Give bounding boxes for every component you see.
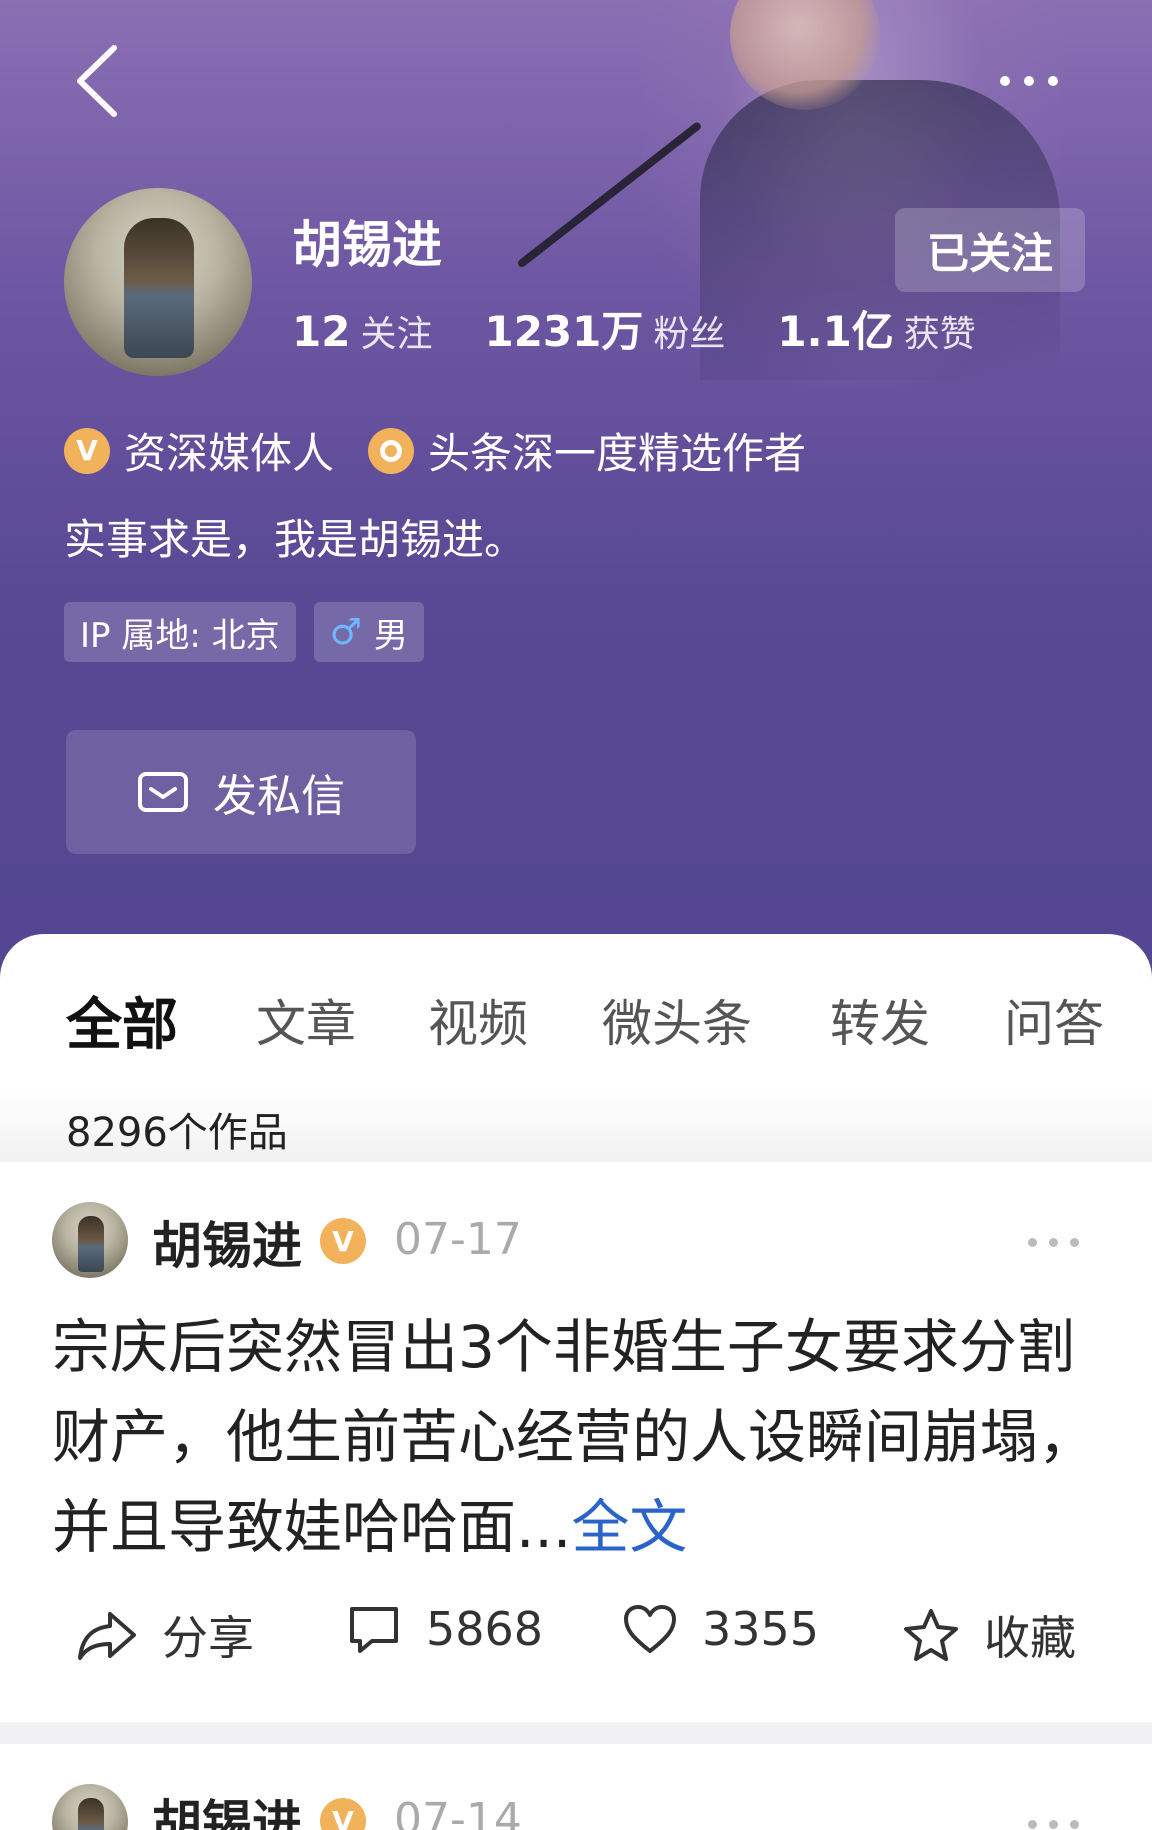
post-divider <box>0 1722 1152 1744</box>
favorite-button[interactable]: 收藏 <box>902 1602 1076 1668</box>
more-dots-icon <box>1028 1238 1037 1247</box>
profile-tags: IP 属地: 北京 ♂ 男 <box>64 602 424 662</box>
read-full-link[interactable]: 全文 <box>571 1493 687 1561</box>
post-content[interactable]: 宗庆后突然冒出3个非婚生子女要求分割财产，他生前苦心经营的人设瞬间崩塌，并且导致… <box>52 1302 1112 1572</box>
share-button[interactable]: 分享 <box>76 1602 254 1668</box>
featured-author-icon <box>368 427 415 474</box>
tab-videos[interactable]: 视频 <box>428 984 528 1056</box>
post-date: 07-14 <box>394 1794 522 1830</box>
more-options-button[interactable] <box>1000 66 1080 96</box>
profile-bio: 实事求是，我是胡锡进。 <box>64 515 527 564</box>
comment-icon <box>350 1607 398 1653</box>
following-count[interactable]: 12 <box>292 307 350 356</box>
favorite-label: 收藏 <box>984 1611 1076 1665</box>
followers-label[interactable]: 粉丝 <box>653 305 725 357</box>
post-more-button[interactable] <box>1028 1238 1079 1247</box>
send-message-button[interactable]: 发私信 <box>66 730 416 854</box>
likes-count: 1.1亿 <box>777 307 894 356</box>
more-dots-icon <box>1000 76 1010 86</box>
works-count: 8296个作品 <box>66 1110 288 1156</box>
followers-count[interactable]: 1231万 <box>484 298 643 359</box>
post-date: 07-17 <box>394 1214 522 1265</box>
profile-avatar[interactable] <box>64 188 252 376</box>
post-author-avatar[interactable] <box>52 1784 128 1830</box>
heart-icon <box>624 1605 676 1653</box>
post-card[interactable]: 胡锡进 V 07-17 宗庆后突然冒出3个非婚生子女要求分割财产，他生前苦心经营… <box>0 1162 1152 1722</box>
comment-button[interactable]: 5868 <box>346 1602 543 1656</box>
post-card[interactable]: 胡锡进 V 07-14 <box>0 1744 1152 1830</box>
share-label: 分享 <box>162 1611 254 1665</box>
gender-tag: ♂ 男 <box>313 602 424 662</box>
comment-count: 5868 <box>426 1602 544 1656</box>
post-actions: 分享 5868 3355 收藏 <box>0 1602 1152 1682</box>
male-icon: ♂ <box>329 611 362 653</box>
following-label[interactable]: 关注 <box>360 305 432 357</box>
post-more-button[interactable] <box>1028 1820 1079 1829</box>
likes-label: 获赞 <box>903 314 976 355</box>
back-button[interactable] <box>72 44 122 118</box>
verification-badges: V 资深媒体人 头条深一度精选作者 <box>64 420 806 481</box>
badge-featured-author[interactable]: 头条深一度精选作者 <box>428 420 806 481</box>
tab-articles[interactable]: 文章 <box>256 984 356 1056</box>
chevron-left-icon <box>77 45 117 117</box>
verified-v-icon: V <box>320 1218 366 1264</box>
badge-senior-media[interactable]: 资深媒体人 <box>124 420 334 481</box>
profile-stats: 12 关注 1231万 粉丝 1.1亿 获赞 <box>292 298 1028 359</box>
profile-header: 胡锡进 12 关注 1231万 粉丝 1.1亿 获赞 已关注 V 资深媒体人 头… <box>0 0 1152 980</box>
like-count: 3355 <box>702 1602 820 1656</box>
post-author-name[interactable]: 胡锡进 <box>152 1784 302 1830</box>
share-icon <box>78 1612 136 1660</box>
verified-v-icon: V <box>320 1798 366 1830</box>
content-tabs: 全部 文章 视频 微头条 转发 问答 <box>0 984 1152 1064</box>
tab-micro-posts[interactable]: 微头条 <box>602 984 752 1056</box>
tab-all[interactable]: 全部 <box>66 980 178 1061</box>
ip-location-tag: IP 属地: 北京 <box>64 602 296 662</box>
more-dots-icon <box>1028 1820 1037 1829</box>
post-author-name[interactable]: 胡锡进 <box>152 1206 302 1278</box>
envelope-icon <box>138 772 188 812</box>
follow-button[interactable]: 已关注 <box>895 208 1085 292</box>
tab-reposts[interactable]: 转发 <box>830 984 930 1056</box>
verified-v-icon: V <box>64 427 110 474</box>
profile-name: 胡锡进 <box>292 216 442 274</box>
post-author-avatar[interactable] <box>52 1202 128 1278</box>
tab-qa[interactable]: 问答 <box>1004 984 1104 1056</box>
like-button[interactable]: 3355 <box>622 1602 819 1656</box>
send-message-label: 发私信 <box>213 771 345 822</box>
star-icon <box>904 1609 958 1661</box>
